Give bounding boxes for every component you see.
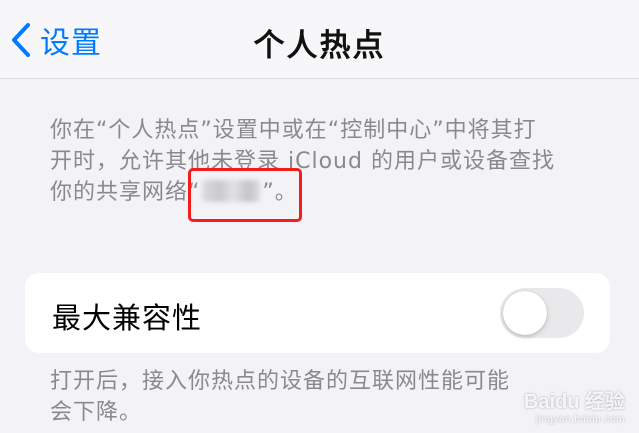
max-compatibility-row: 最大兼容性 xyxy=(25,273,610,353)
description-line: 你在“个人热点”设置中或在“控制中心”中将其打 xyxy=(50,118,537,143)
max-compatibility-toggle[interactable] xyxy=(500,288,584,338)
max-compatibility-footnote: 打开后，接入你热点的设备的互联网性能可能 会下降。 xyxy=(50,366,570,428)
footnote-line: 打开后，接入你热点的设备的互联网性能可能 xyxy=(50,369,511,394)
description-text: 你的共享网络“ xyxy=(50,180,201,205)
navigation-bar: 设置 个人热点 xyxy=(0,0,639,79)
max-compatibility-label: 最大兼容性 xyxy=(52,301,203,335)
red-highlight-box xyxy=(188,168,302,222)
page-title: 个人热点 xyxy=(253,28,386,64)
footnote-line: 会下降。 xyxy=(50,400,143,425)
hotspot-description: 你在“个人热点”设置中或在“控制中心”中将其打 开时，允许其他未登录 iClou… xyxy=(50,115,590,208)
toggle-knob xyxy=(503,291,547,335)
baidu-watermark: Baidu 经验 jingyan.baidu.com xyxy=(524,385,625,425)
watermark-sub: jingyan.baidu.com xyxy=(535,414,625,425)
watermark-main: Baidu 经验 xyxy=(523,391,625,413)
hotspot-settings-page: 设置 个人热点 你在“个人热点”设置中或在“控制中心”中将其打 开时，允许其他未… xyxy=(0,0,639,433)
description-line-network: 你的共享网络“”。 xyxy=(50,177,590,208)
description-line: 开时，允许其他未登录 iCloud 的用户或设备查找 xyxy=(50,149,555,174)
